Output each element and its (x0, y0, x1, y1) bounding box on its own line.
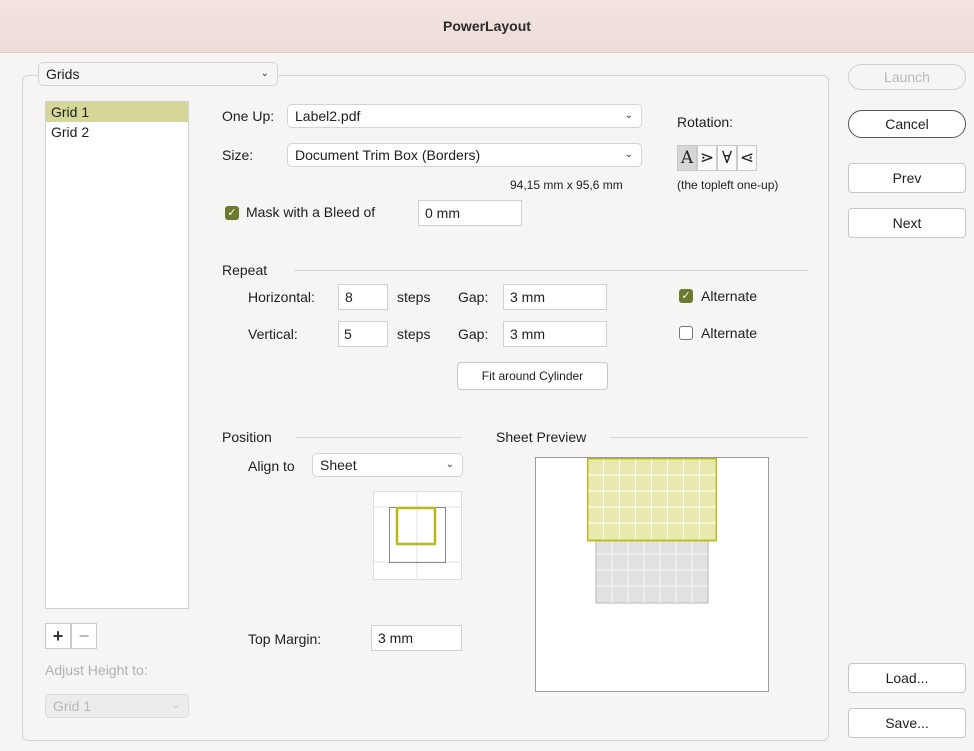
chevron-down-icon: ⌄ (624, 110, 633, 121)
vertical-steps-unit: steps (397, 326, 431, 342)
rotation-0-button[interactable]: A (677, 145, 697, 171)
repeat-divider (294, 270, 808, 271)
launch-button[interactable]: Launch (848, 64, 966, 90)
size-label: Size: (222, 147, 254, 163)
chevron-down-icon: ⌄ (260, 68, 269, 79)
rotation-note: (the topleft one-up) (677, 178, 779, 192)
repeat-title: Repeat (222, 262, 268, 278)
vertical-steps-input[interactable]: 5 (338, 321, 388, 347)
horizontal-steps-unit: steps (397, 289, 431, 305)
top-margin-label: Top Margin: (248, 631, 322, 647)
horizontal-alternate-checkbox[interactable]: ✓ (679, 289, 693, 303)
horizontal-gap-label: Gap: (458, 289, 489, 305)
add-grid-button[interactable]: + (45, 623, 71, 649)
alignment-diagram[interactable] (373, 491, 462, 581)
rotation-270-button[interactable]: ⋖ (737, 145, 757, 171)
align-to-label: Align to (248, 458, 295, 474)
one-up-label: One Up: (222, 108, 275, 124)
chevron-down-icon: ⌄ (445, 459, 454, 470)
load-button[interactable]: Load... (848, 663, 966, 693)
grid-list[interactable]: Grid 1 Grid 2 (45, 101, 189, 609)
mask-label: Mask with a Bleed of (246, 204, 376, 220)
rotation-label: Rotation: (677, 114, 734, 130)
mode-select-value: Grids (46, 66, 80, 82)
title-bar: PowerLayout (0, 0, 974, 53)
cancel-button[interactable]: Cancel (848, 110, 966, 138)
rotation-180-button[interactable]: ∀ (717, 145, 737, 171)
list-item[interactable]: Grid 1 (46, 102, 188, 122)
one-up-select[interactable]: Label2.pdf ⌄ (287, 104, 642, 128)
remove-grid-button[interactable]: − (71, 623, 97, 649)
vertical-alternate-label: Alternate (701, 325, 758, 341)
chevron-down-icon: ⌄ (171, 700, 180, 711)
position-title: Position (222, 429, 272, 445)
size-select[interactable]: Document Trim Box (Borders) ⌄ (287, 143, 642, 167)
next-button[interactable]: Next (848, 208, 966, 238)
prev-button[interactable]: Prev (848, 163, 966, 193)
sheet-preview-title: Sheet Preview (496, 429, 587, 445)
vertical-label: Vertical: (248, 326, 298, 342)
mask-checkbox[interactable]: ✓ (225, 206, 239, 220)
list-item[interactable]: Grid 2 (46, 122, 188, 142)
size-dimensions: 94,15 mm x 95,6 mm (510, 178, 623, 192)
fit-around-cylinder-button[interactable]: Fit around Cylinder (457, 362, 608, 390)
sheet-preview-grid (587, 458, 717, 604)
window-title: PowerLayout (443, 18, 531, 34)
top-margin-input[interactable]: 3 mm (371, 625, 462, 651)
adjust-height-label: Adjust Height to: (45, 662, 148, 678)
rotation-90-button[interactable]: ⋗ (697, 145, 717, 171)
horizontal-alternate-label: Alternate (701, 288, 758, 304)
chevron-down-icon: ⌄ (624, 149, 633, 160)
horizontal-label: Horizontal: (248, 289, 315, 305)
vertical-alternate-checkbox[interactable] (679, 326, 693, 340)
horizontal-steps-input[interactable]: 8 (338, 284, 388, 310)
bleed-input[interactable]: 0 mm (418, 200, 522, 226)
vertical-gap-label: Gap: (458, 326, 489, 342)
adjust-height-select[interactable]: Grid 1 ⌄ (45, 694, 189, 718)
save-button[interactable]: Save... (848, 708, 966, 738)
preview-divider (610, 437, 808, 438)
align-to-select[interactable]: Sheet ⌄ (312, 453, 463, 477)
vertical-gap-input[interactable]: 3 mm (503, 321, 607, 347)
position-divider (296, 437, 462, 438)
horizontal-gap-input[interactable]: 3 mm (503, 284, 607, 310)
mode-select[interactable]: Grids ⌄ (38, 62, 278, 86)
